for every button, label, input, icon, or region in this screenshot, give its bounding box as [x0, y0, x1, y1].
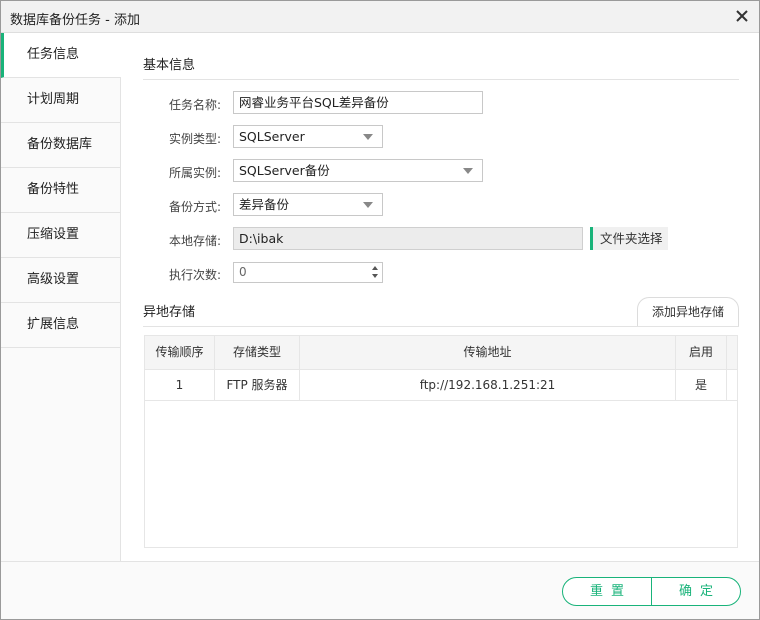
- column-header-enabled: 启用: [676, 336, 727, 369]
- exec-count-value: 0: [239, 265, 247, 279]
- backup-mode-select[interactable]: 差异备份: [233, 193, 383, 216]
- table-row[interactable]: 1 FTP 服务器 ftp://192.168.1.251:21 是: [145, 370, 737, 401]
- remote-storage-table: 传输顺序 存储类型 传输地址 启用 1 FTP 服务器 ftp://192.16…: [144, 335, 738, 548]
- instance-type-select[interactable]: SQLServer: [233, 125, 383, 148]
- task-name-input[interactable]: 网睿业务平台SQL差异备份: [233, 91, 483, 114]
- basic-info-title: 基本信息: [143, 58, 196, 73]
- instance-value: SQLServer备份: [239, 163, 330, 178]
- column-header-storage-type: 存储类型: [215, 336, 300, 369]
- basic-info-divider: [143, 79, 739, 80]
- caret-down-icon: [363, 202, 373, 208]
- spinner-up-icon[interactable]: [372, 266, 378, 270]
- dialog-footer: 重置 确定: [1, 561, 759, 619]
- window-title: 数据库备份任务 - 添加: [10, 13, 140, 28]
- cell-order: 1: [145, 370, 215, 400]
- column-header-order: 传输顺序: [145, 336, 215, 369]
- sidebar-item-extension[interactable]: 扩展信息: [1, 303, 120, 348]
- add-remote-storage-button[interactable]: 添加异地存储: [637, 297, 739, 327]
- cell-address: ftp://192.168.1.251:21: [300, 370, 676, 400]
- reset-button[interactable]: 重置: [563, 578, 652, 605]
- exec-count-label: 执行次数:: [168, 268, 221, 282]
- folder-select-button[interactable]: 文件夹选择: [590, 227, 668, 250]
- backup-mode-label: 备份方式:: [168, 200, 221, 214]
- instance-type-label: 实例类型:: [168, 132, 221, 146]
- exec-count-stepper[interactable]: 0: [233, 262, 383, 283]
- cell-enabled: 是: [676, 370, 727, 400]
- backup-mode-value: 差异备份: [239, 197, 290, 212]
- sidebar-item-compression[interactable]: 压缩设置: [1, 213, 120, 258]
- title-bar: 数据库备份任务 - 添加: [1, 1, 759, 33]
- spinner-down-icon[interactable]: [372, 274, 378, 278]
- sidebar-item-advanced[interactable]: 高级设置: [1, 258, 120, 303]
- spinner-arrows-icon: [370, 265, 380, 280]
- caret-down-icon: [463, 168, 473, 174]
- main-content: 基本信息 任务名称: 网睿业务平台SQL差异备份 实例类型: SQLServer…: [121, 33, 759, 561]
- cell-storage-type: FTP 服务器: [215, 370, 300, 400]
- instance-label: 所属实例:: [168, 166, 221, 180]
- close-icon[interactable]: [733, 7, 751, 25]
- column-header-address: 传输地址: [300, 336, 676, 369]
- confirm-button[interactable]: 确定: [652, 578, 740, 605]
- instance-type-value: SQLServer: [239, 129, 305, 144]
- dialog-window: 数据库备份任务 - 添加 任务信息 计划周期 备份数据库 备份特性 压缩设置 高…: [0, 0, 760, 620]
- table-header: 传输顺序 存储类型 传输地址 启用: [145, 336, 737, 370]
- footer-button-group: 重置 确定: [562, 577, 741, 606]
- local-storage-input[interactable]: D:\ibak: [233, 227, 583, 250]
- instance-select[interactable]: SQLServer备份: [233, 159, 483, 182]
- sidebar-item-backup-database[interactable]: 备份数据库: [1, 123, 120, 168]
- remote-storage-title: 异地存储: [143, 305, 196, 320]
- sidebar-item-schedule[interactable]: 计划周期: [1, 78, 120, 123]
- caret-down-icon: [363, 134, 373, 140]
- sidebar-item-backup-features[interactable]: 备份特性: [1, 168, 120, 213]
- remote-storage-divider: [143, 326, 739, 327]
- local-storage-label: 本地存储:: [168, 234, 221, 248]
- task-name-label: 任务名称:: [168, 98, 221, 112]
- sidebar-nav: 任务信息 计划周期 备份数据库 备份特性 压缩设置 高级设置 扩展信息: [1, 33, 121, 561]
- sidebar-item-task-info[interactable]: 任务信息: [1, 33, 121, 78]
